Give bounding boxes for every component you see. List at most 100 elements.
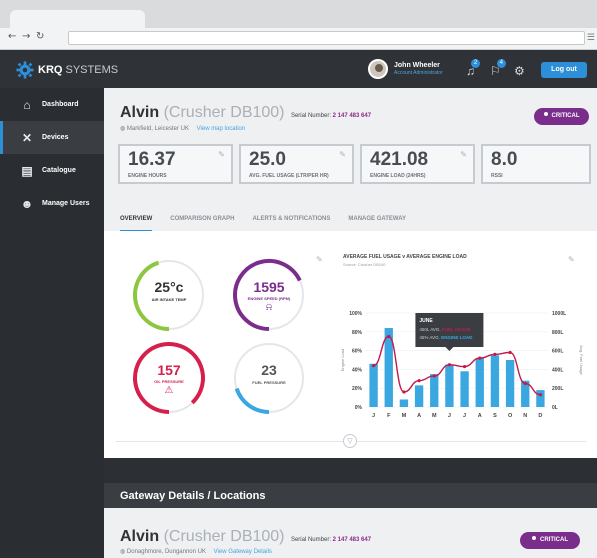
address-bar[interactable] (68, 31, 585, 45)
gateway-section-header: Gateway Details / Locations (104, 483, 597, 508)
y-tick-label: 20% (352, 386, 363, 392)
browser-chrome: ← → ↻ ☰ (0, 0, 597, 50)
gear-logo-icon (16, 61, 34, 79)
serial-label: Serial Number: (290, 113, 331, 119)
serial-number: 2 147 483 647 (332, 537, 372, 543)
gauge-label: AIR INTAKE TEMP (151, 297, 187, 302)
series-point (508, 350, 512, 355)
gauge-level-arc (233, 259, 302, 331)
gateway-status-badge[interactable]: CRITICAL (520, 532, 580, 549)
sidebar: ⌂ Dashboard ✕ Devices ▤ Catalogue ☻ Mana… (0, 88, 104, 558)
edit-icon[interactable]: ✎ (460, 150, 467, 159)
x-tick-label: J (448, 413, 451, 419)
x-tick-label: O (508, 413, 513, 419)
gauge-air-intake-temp: 25°c AIR INTAKE TEMP (132, 258, 206, 332)
edit-gauges-icon[interactable]: ✎ (316, 255, 323, 264)
serial-number: 2 147 483 647 (332, 113, 372, 119)
stat-value: 16.37 (128, 149, 176, 170)
y-tick-label: 0% (355, 405, 363, 411)
user-role: Account Administrator (394, 70, 443, 76)
stat-value: 421.08 (370, 149, 429, 170)
y2-tick-label: 400L (552, 367, 563, 373)
chart-bar (536, 390, 545, 407)
chevron-down-icon[interactable]: ▽ (343, 434, 357, 448)
tab-manage-gateway[interactable]: MANAGE GATEWAY (348, 216, 406, 232)
fuel-load-chart: 0% 0L 20% 200L 40% 400L 60% 600L 80% 800L 100% 1000… (340, 311, 584, 419)
gauge-ring (133, 342, 205, 414)
series-point (387, 334, 391, 339)
settings-gear-icon[interactable]: ⚙ (514, 64, 525, 78)
series-point (432, 374, 436, 378)
edit-icon[interactable]: ✎ (339, 150, 346, 159)
series-point (478, 356, 482, 360)
gauge-label: ENGINE SPEED (RPM) (247, 296, 291, 301)
sidebar-item-label: Manage Users (42, 200, 90, 207)
x-tick-label: J (463, 413, 466, 419)
y2-tick-label: 1000L (552, 311, 566, 317)
tab-overview[interactable]: OVERVIEW (120, 216, 153, 232)
y2-tick-label: 200L (552, 386, 563, 392)
brand-rest: SYSTEMS (62, 64, 119, 76)
series-point (447, 363, 452, 367)
view-map-link[interactable]: View map location (197, 126, 246, 132)
globe-icon: ◍ (120, 126, 126, 132)
gauge-value: 1595 (253, 279, 285, 295)
device-name: Alvin (120, 104, 160, 121)
forward-icon[interactable]: → (22, 31, 30, 42)
edit-icon[interactable]: ✎ (218, 150, 225, 159)
y-axis-label: Engine Load (340, 349, 345, 371)
serial-label: Serial Number: (290, 537, 331, 543)
alerts-icon[interactable]: ⚐ 4 (490, 59, 506, 78)
gauge-level-arc (234, 387, 270, 414)
avatar[interactable] (368, 59, 388, 79)
sidebar-item-dashboard[interactable]: ⌂ Dashboard (0, 88, 104, 121)
gateway-title: Alvin (Crusher DB100) Serial Number: 2 1… (120, 528, 371, 546)
browser-menu-icon[interactable]: ☰ (587, 32, 595, 43)
y-tick-label: 60% (352, 349, 363, 355)
tooltip-line-fuel: 450L AVG. FUEL USAGE (419, 327, 470, 332)
stat-label: AVG. FUEL USAGE (LTR/PER HR) (249, 173, 329, 179)
devices-icon: ✕ (21, 130, 33, 145)
notification-count-badge: 2 (471, 59, 480, 68)
chart-bar (505, 360, 515, 407)
series-point (462, 364, 467, 369)
x-tick-label: A (417, 413, 421, 419)
chart-bar (399, 399, 409, 407)
home-icon: ⌂ (23, 97, 31, 112)
chart-title: AVERAGE FUEL USAGE v AVERAGE ENGINE LOAD (343, 254, 467, 260)
y2-tick-label: 600L (552, 349, 563, 355)
sidebar-item-manage-users[interactable]: ☻ Manage Users (0, 187, 104, 220)
device-location: ◍ Markfield, Leicester UK View map locat… (120, 125, 245, 132)
bell-icon: ⍾ (265, 302, 273, 313)
tab-alerts-notifications[interactable]: ALERTS & NOTIFICATIONS (252, 216, 330, 232)
reload-icon[interactable]: ↻ (36, 31, 44, 42)
gauge-engine-speed: 1595 ENGINE SPEED (RPM) ⍾ (232, 258, 306, 332)
tab-comparison-graph[interactable]: COMPARISON GRAPH (170, 216, 234, 232)
browser-tab[interactable] (10, 10, 145, 28)
users-icon: ☻ (20, 196, 34, 211)
notifications-bell-icon[interactable]: ♫ 2 (466, 59, 480, 78)
logout-button[interactable]: Log out (541, 62, 587, 78)
app-header: KRQ SYSTEMS John Wheeler Account Adminis… (0, 50, 597, 88)
back-icon[interactable]: ← (8, 31, 16, 42)
gauge-ring (234, 343, 304, 414)
tooltip-month: JUNE (419, 318, 433, 324)
tooltip-line-load: 45% AVG. ENGINE LOAD (419, 335, 473, 340)
tooltip-fuel-label: FUEL USAGE (442, 327, 471, 332)
location-text: Markfield, Leicester UK (126, 126, 189, 132)
stat-value: 25.0 (249, 149, 286, 170)
sidebar-item-devices[interactable]: ✕ Devices (0, 121, 104, 154)
sidebar-item-label: Devices (42, 134, 69, 141)
status-badge[interactable]: CRITICAL (534, 108, 589, 125)
y-tick-label: 100% (349, 311, 362, 317)
stat-value: 8.0 (491, 149, 518, 170)
stat-engine-hours: 16.37 ENGINE HOURS ✎ (118, 144, 233, 184)
user-menu[interactable]: John Wheeler Account Administrator (368, 59, 443, 79)
brand-logo[interactable]: KRQ SYSTEMS (16, 61, 118, 79)
alert-count-badge: 4 (496, 59, 506, 68)
gateway-location: ◍ Donaghmore, Dungannon UK View Gateway … (120, 548, 272, 555)
sidebar-item-catalogue[interactable]: ▤ Catalogue (0, 154, 104, 187)
edit-chart-icon[interactable]: ✎ (568, 255, 575, 264)
view-gateway-details-link[interactable]: View Gateway Details (214, 549, 272, 555)
y-tick-label: 40% (352, 367, 363, 373)
